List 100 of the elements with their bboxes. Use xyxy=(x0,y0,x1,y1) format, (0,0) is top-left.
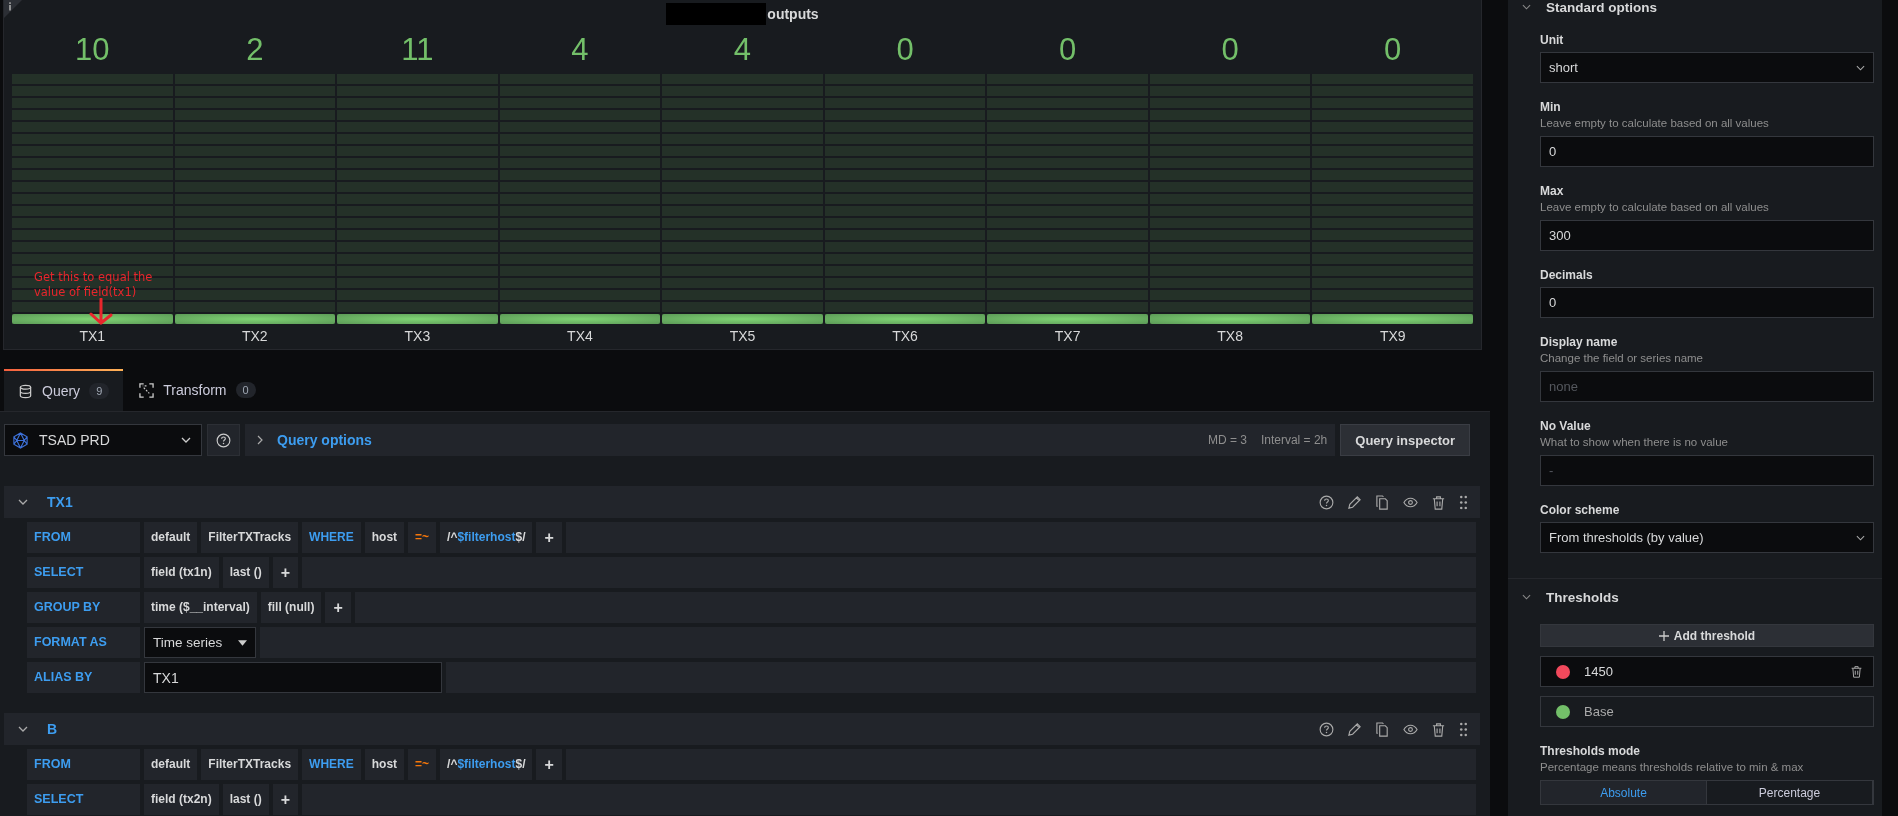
data-source-picker[interactable]: TSAD PRD xyxy=(4,424,202,456)
gauge-value: 0 xyxy=(895,31,915,69)
query-options-bar[interactable]: Query options MD = 3 Interval = 2h xyxy=(245,424,1336,456)
count-badge: 9 xyxy=(89,383,110,399)
field-description: Percentage means thresholds relative to min & max xyxy=(1540,760,1805,775)
query-segment[interactable]: default xyxy=(144,749,198,780)
input-field[interactable]: - xyxy=(1540,455,1874,486)
collapse-chevron-icon[interactable] xyxy=(18,499,28,505)
help-icon[interactable] xyxy=(1319,494,1334,510)
query-segment[interactable]: host xyxy=(364,749,405,780)
field-label: Unit xyxy=(1540,32,1565,48)
trash-icon[interactable] xyxy=(1431,721,1446,737)
copy-icon[interactable] xyxy=(1375,721,1390,737)
gauge-label: TX6 xyxy=(891,328,919,344)
input-field[interactable]: none xyxy=(1540,371,1874,402)
field-label: Display name xyxy=(1540,334,1619,350)
field-label: Max xyxy=(1540,183,1565,199)
query-inspector-button[interactable]: Query inspector xyxy=(1340,424,1470,456)
input-field[interactable]: 300 xyxy=(1540,220,1874,251)
threshold-row[interactable]: Base xyxy=(1540,696,1874,727)
clause-label: FORMAT AS xyxy=(27,627,140,658)
gauge-label: TX4 xyxy=(566,328,594,344)
field-label: Thresholds mode xyxy=(1540,743,1641,759)
editor-tab[interactable]: Query 9 xyxy=(4,369,124,411)
query-operator[interactable]: =~ xyxy=(408,749,437,780)
field-label: Min xyxy=(1540,99,1562,115)
gauge-label: TX2 xyxy=(241,328,269,344)
copy-icon[interactable] xyxy=(1375,494,1390,510)
help-icon[interactable] xyxy=(1319,721,1334,737)
editor-tab[interactable]: Transform 0 xyxy=(125,369,270,411)
format-select[interactable]: Time series xyxy=(144,627,256,658)
trash-icon[interactable] xyxy=(1431,494,1446,510)
chevron-down-icon xyxy=(1856,534,1865,541)
collapse-chevron-icon[interactable] xyxy=(1522,4,1531,10)
count-badge: 0 xyxy=(235,382,256,398)
gauge-label: TX5 xyxy=(728,328,757,344)
query-name[interactable]: B xyxy=(47,721,58,737)
panel-title: outputs xyxy=(767,6,819,22)
chevron-right-icon xyxy=(257,435,263,445)
transform-icon xyxy=(139,382,155,398)
add-segment-button[interactable]: + xyxy=(536,522,562,553)
query-segment[interactable]: fill (null) xyxy=(260,592,322,623)
add-threshold-button[interactable]: Add threshold xyxy=(1540,624,1874,647)
gauge-value: 10 xyxy=(74,31,111,69)
threshold-row[interactable]: 1450 xyxy=(1540,656,1874,687)
caret-icon xyxy=(238,639,247,646)
add-segment-button[interactable]: + xyxy=(536,749,562,780)
drag-handle-icon[interactable] xyxy=(1459,721,1468,737)
chevron-down-icon xyxy=(181,437,191,443)
collapse-chevron-icon[interactable] xyxy=(18,726,28,732)
gauge-label: TX3 xyxy=(403,328,432,344)
max-data-points-text: MD = 3 xyxy=(1207,433,1247,447)
add-segment-button[interactable]: + xyxy=(272,557,299,588)
section-title[interactable]: Standard options xyxy=(1546,0,1657,15)
add-segment-button[interactable]: + xyxy=(272,784,299,815)
field-description: Leave empty to calculate based on all values xyxy=(1540,116,1770,131)
clause-label: ALIAS BY xyxy=(27,662,140,693)
annotation-text: Get this to equal the value of field(tx1) xyxy=(34,270,154,300)
input-field[interactable]: 0 xyxy=(1540,136,1874,167)
query-segment[interactable]: last () xyxy=(222,784,269,815)
help-icon xyxy=(216,432,231,448)
query-segment[interactable]: field (tx2n) xyxy=(144,784,219,815)
clause-label: GROUP BY xyxy=(27,592,140,623)
query-segment[interactable]: field (tx1n) xyxy=(144,557,219,588)
alias-input[interactable]: TX1 xyxy=(144,662,442,693)
select-field[interactable]: From thresholds (by value) xyxy=(1540,522,1874,553)
input-field[interactable]: 0 xyxy=(1540,287,1874,318)
gauge-value: 0 xyxy=(1220,31,1240,69)
query-name[interactable]: TX1 xyxy=(47,494,73,510)
pencil-icon[interactable] xyxy=(1347,721,1362,737)
interval-text: Interval = 2h xyxy=(1260,433,1328,447)
gauge-label: TX1 xyxy=(78,328,107,344)
query-segment[interactable]: time ($__interval) xyxy=(144,592,257,623)
clause-label: FROM xyxy=(27,522,140,553)
query-segment[interactable]: last () xyxy=(222,557,269,588)
arrow-icon xyxy=(88,298,114,326)
info-corner-icon[interactable] xyxy=(4,0,22,18)
gauge-value: 0 xyxy=(1383,31,1403,69)
drag-handle-icon[interactable] xyxy=(1459,494,1468,510)
collapse-chevron-icon[interactable] xyxy=(1522,594,1531,600)
field-label: Color scheme xyxy=(1540,502,1621,518)
query-operator[interactable]: =~ xyxy=(408,522,437,553)
gauge-value: 0 xyxy=(1057,31,1078,69)
add-segment-button[interactable]: + xyxy=(325,592,351,623)
section-title[interactable]: Thresholds xyxy=(1546,589,1619,605)
gauge-value: 4 xyxy=(570,31,590,69)
color-dot[interactable] xyxy=(1556,664,1570,679)
help-button[interactable] xyxy=(207,424,240,456)
query-segment[interactable]: default xyxy=(144,522,198,553)
query-segment[interactable]: /^$filterhost$/ xyxy=(440,749,533,780)
color-dot[interactable] xyxy=(1556,704,1570,719)
query-segment[interactable]: /^$filterhost$/ xyxy=(440,522,533,553)
query-segment[interactable]: FilterTXTracks xyxy=(201,749,299,780)
mode-option[interactable]: Absolute xyxy=(1541,781,1707,804)
select-field[interactable]: short xyxy=(1540,52,1874,83)
trash-icon[interactable] xyxy=(1850,665,1863,678)
clause-label: SELECT xyxy=(27,784,140,815)
query-segment[interactable]: FilterTXTracks xyxy=(201,522,299,553)
pencil-icon[interactable] xyxy=(1347,494,1362,510)
query-segment[interactable]: host xyxy=(364,522,405,553)
